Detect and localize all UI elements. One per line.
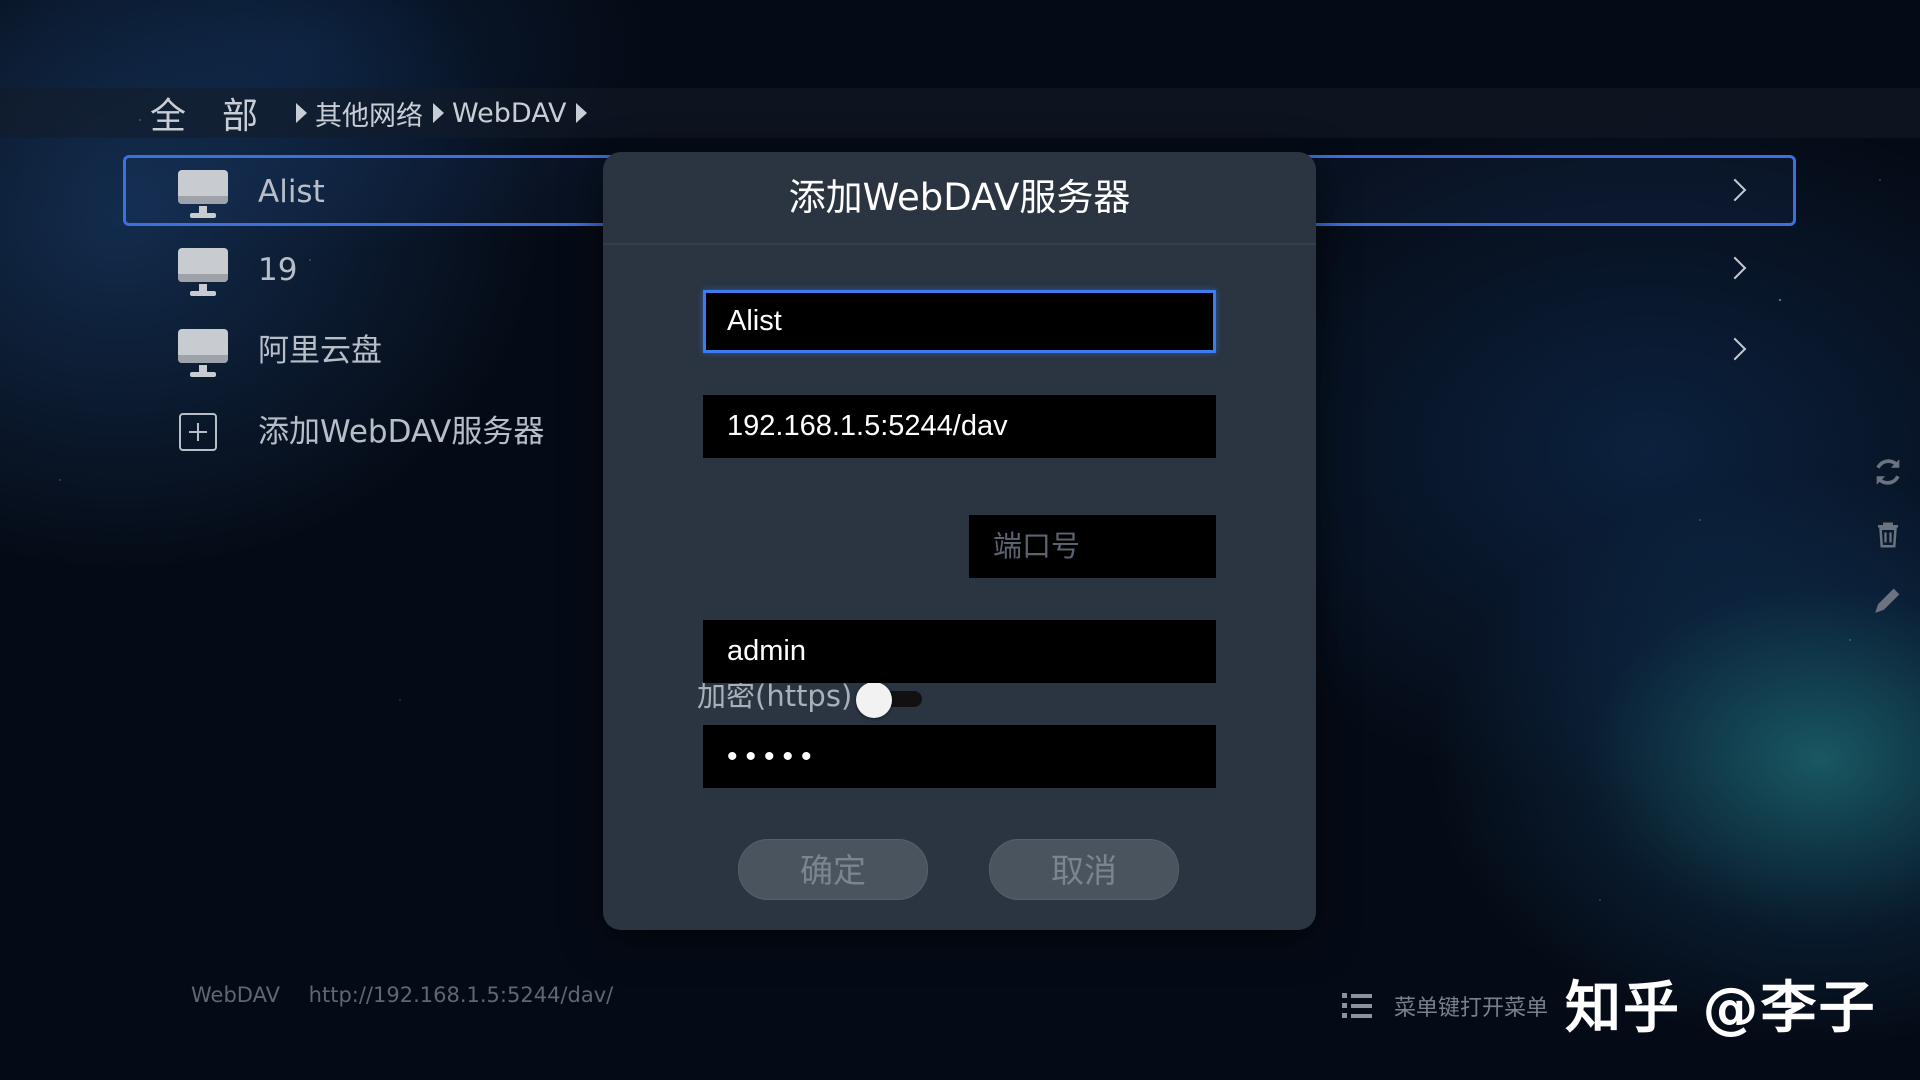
username-input[interactable]: admin: [703, 620, 1216, 683]
menu-hint-text: 菜单键打开菜单: [1394, 996, 1549, 1021]
password-input[interactable]: •••••: [703, 725, 1216, 788]
breadcrumb: 全部 其他网络 WebDAV: [150, 87, 588, 139]
monitor-icon: [178, 170, 228, 220]
server-item-label: 添加WebDAV服务器: [258, 414, 545, 450]
server-item-label: Alist: [258, 174, 325, 210]
breadcrumb-arrow-icon: [296, 103, 308, 123]
server-name-input[interactable]: Alist: [703, 290, 1216, 353]
port-input[interactable]: 端口号: [969, 515, 1216, 578]
monitor-icon: [178, 248, 228, 298]
add-webdav-dialog: 添加WebDAV服务器 Alist 192.168.1.5:5244/dav 加…: [603, 152, 1316, 930]
footer-server-type: WebDAV: [191, 983, 280, 1007]
https-toggle[interactable]: [856, 682, 926, 718]
breadcrumb-item-webdav[interactable]: WebDAV: [452, 98, 566, 129]
watermark: 知乎 @李子: [1565, 976, 1877, 1041]
dialog-title: 添加WebDAV服务器: [788, 176, 1131, 219]
breadcrumb-item-other-network[interactable]: 其他网络: [315, 94, 423, 133]
cancel-button[interactable]: 取消: [989, 839, 1179, 900]
chevron-right-icon: [1723, 178, 1747, 202]
breadcrumb-arrow-icon: [433, 103, 445, 123]
trash-icon[interactable]: [1870, 519, 1906, 555]
refresh-icon[interactable]: [1870, 455, 1906, 491]
breadcrumb-root[interactable]: 全部: [150, 87, 294, 139]
footer-menu-hint: 菜单键打开菜单: [1342, 990, 1548, 1022]
dialog-divider: [603, 243, 1316, 245]
menu-list-icon: [1342, 993, 1372, 1019]
footer-server-url: http://192.168.1.5:5244/dav/: [308, 983, 614, 1007]
edit-icon[interactable]: [1870, 583, 1906, 619]
monitor-icon: [178, 329, 228, 379]
confirm-button[interactable]: 确定: [738, 839, 928, 900]
footer-server-info: WebDAV http://192.168.1.5:5244/dav/: [191, 983, 635, 1007]
toggle-knob: [856, 682, 892, 718]
chevron-right-icon: [1723, 337, 1747, 361]
server-item-label: 19: [258, 252, 298, 288]
add-box-icon: [179, 413, 217, 451]
server-address-input[interactable]: 192.168.1.5:5244/dav: [703, 395, 1216, 458]
breadcrumb-arrow-icon: [576, 103, 588, 123]
server-item-label: 阿里云盘: [258, 333, 382, 369]
chevron-right-icon: [1723, 256, 1747, 280]
